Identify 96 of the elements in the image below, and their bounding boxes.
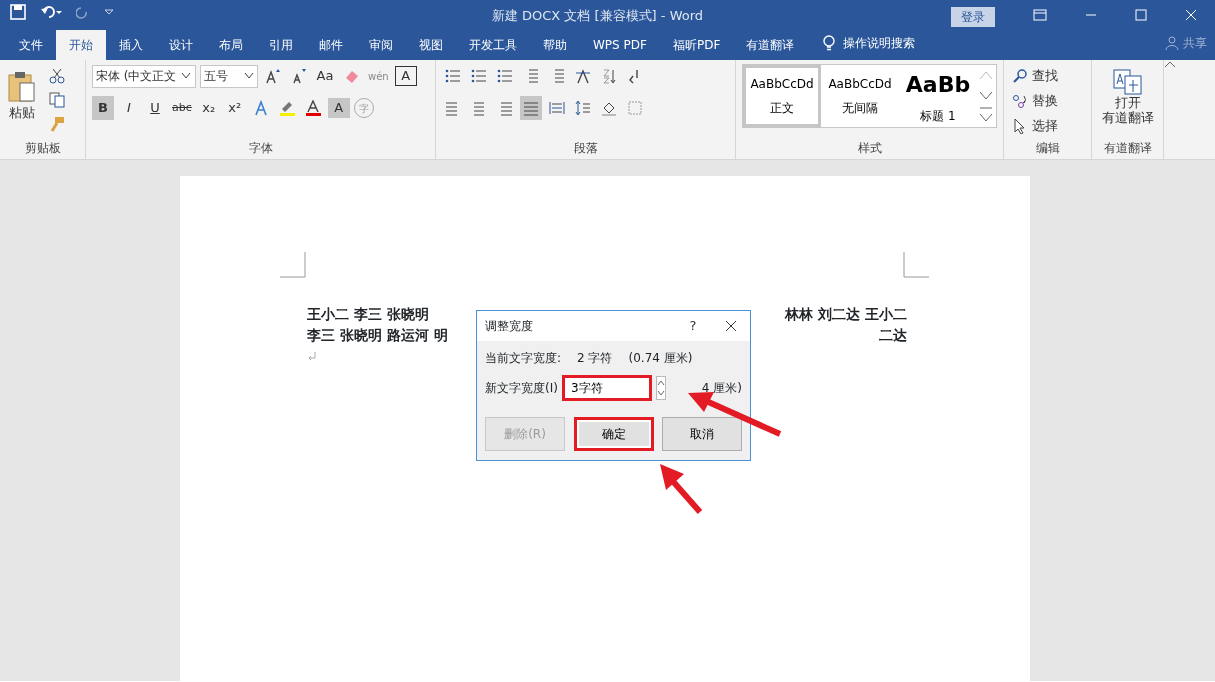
save-icon[interactable] [10,4,26,20]
share-button[interactable]: 共享 [1183,34,1207,52]
translate-icon [1112,69,1143,95]
document-text: 林林 刘二达 王小二 [785,305,907,324]
document-text: 王小二 李三 张晓明 [307,305,429,324]
numbering-icon [471,68,487,84]
dialog-button[interactable]: 确定 [573,417,654,451]
ribbon-tab[interactable]: 审阅 [356,30,406,60]
character-border-button[interactable]: A [394,66,417,86]
spinner-icon[interactable] [655,376,666,400]
return-icon [307,351,317,363]
document-text: 李三 张晓明 路运河 明 [307,326,448,345]
format-button[interactable]: I [118,96,140,120]
open-youdao-button[interactable]: 打开 有道翻译 [1098,64,1157,130]
copy-icon [49,92,65,108]
format-button[interactable]: B [92,96,114,120]
format-button[interactable]: x² [223,96,246,120]
replace-icon [1012,93,1028,109]
shading-icon [601,100,617,116]
close-icon [725,320,737,332]
lightbulb-icon [823,35,836,51]
replace-button[interactable]: 替换 [1010,89,1060,113]
crop-mark [280,252,306,278]
ribbon-display-icon[interactable] [1033,9,1047,21]
dialog-title: 调整宽度 [485,318,534,335]
grow-font-icon [265,68,281,84]
ribbon-tab[interactable]: 有道翻译 [733,30,808,60]
group-label: 样式 [856,140,883,157]
ribbon-tab[interactable]: 福昕PDF [659,30,734,60]
current-width-value: 2 字符 [577,350,613,367]
field-label: 新文字宽度(I) [485,380,558,397]
bullets-icon [445,68,461,84]
chinese-layout-icon [575,68,591,84]
help-button[interactable]: ? [682,314,704,338]
new-width-field[interactable]: 3字符 [561,375,652,401]
character-shading-button[interactable]: A [327,98,350,118]
ribbon-tab[interactable]: 文件 [6,30,56,60]
format-button[interactable]: abc [170,96,194,120]
multilevel-list-icon [497,68,513,84]
redo-icon[interactable] [76,4,90,20]
ribbon-tab[interactable]: 布局 [206,30,256,60]
ribbon-tab[interactable]: 开始 [56,30,106,60]
field-label: 当前文字宽度: [485,350,562,367]
dialog-button[interactable]: 取消 [662,417,742,451]
paste-button[interactable]: 粘贴 [6,64,38,130]
person-icon [1165,36,1179,50]
window-title: 新建 DOCX 文档 [兼容模式] - Word [491,8,704,23]
font-size-field[interactable]: 五号 [200,64,258,88]
collapse-ribbon-icon[interactable] [1164,60,1176,68]
ribbon-tab[interactable]: 帮助 [530,30,580,60]
format-button[interactable]: U [144,96,166,120]
ribbon-tab[interactable]: 开发工具 [456,30,530,60]
find-button[interactable]: 查找 [1010,64,1060,88]
line-spacing-icon [575,100,591,116]
group-label: 编辑 [1034,140,1061,157]
center-icon [471,100,487,116]
sort-icon [601,68,617,84]
maximize-icon[interactable] [1135,9,1147,21]
chevron-down-icon [244,72,254,80]
ribbon-tab[interactable]: 邮件 [306,30,356,60]
close-icon[interactable] [1185,9,1197,21]
search-icon [1012,68,1028,84]
ribbon-tab[interactable]: 设计 [156,30,206,60]
highlight-icon [278,100,295,116]
font-color-icon [304,100,321,116]
distributed-icon [549,100,565,116]
document-text: 二达 [879,326,907,345]
text-effects-icon [252,100,269,116]
current-width-cm: (0.74 厘米) [628,350,693,367]
cut-icon [49,68,65,84]
format-button[interactable]: x₂ [197,96,220,120]
borders-icon [627,100,643,116]
tell-me-search[interactable]: 操作说明搜索 [843,34,916,52]
style-gallery-item[interactable]: AaBbCcDd 正文 [743,65,821,127]
format-painter-icon [49,116,65,132]
justify-icon [523,100,539,116]
new-width-cm: 4 厘米) [701,380,742,397]
eraser-icon [343,68,359,84]
group-label: 有道翻译 [1102,140,1153,157]
login-button[interactable]: 登录 [951,6,995,27]
group-label: 段落 [572,140,599,157]
ribbon-tab[interactable]: 引用 [256,30,306,60]
shrink-font-icon [291,68,307,84]
select-button[interactable]: 选择 [1010,114,1060,138]
chevron-down-icon [180,72,191,80]
ribbon-tab[interactable]: 视图 [406,30,456,60]
undo-icon[interactable] [40,4,62,20]
change-case-button[interactable]: Aa [314,64,336,88]
font-name-field[interactable]: 宋体 (中文正文 [92,64,196,88]
crop-mark [903,252,929,278]
justify-button[interactable] [520,96,542,120]
ribbon-tab[interactable]: 插入 [106,30,156,60]
group-label: 字体 [247,140,274,157]
group-label: 剪贴板 [23,140,62,157]
clipboard-icon [8,71,36,104]
ribbon-tab[interactable]: WPS PDF [580,30,660,60]
